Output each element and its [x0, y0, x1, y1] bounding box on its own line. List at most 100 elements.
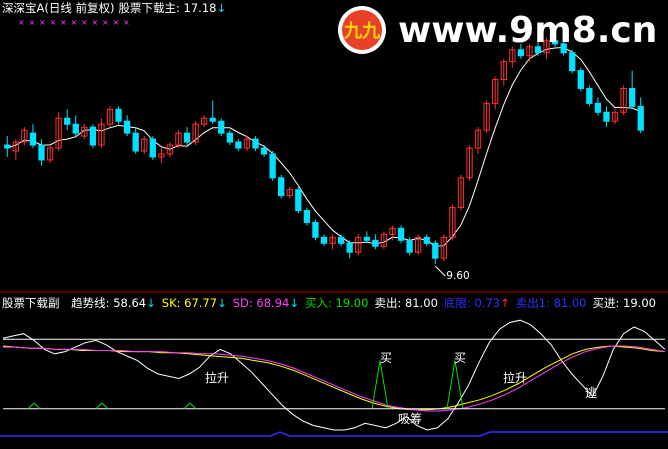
candle-body: [209, 117, 216, 122]
candle-body: [115, 108, 122, 122]
watermark-badge: 九九: [343, 21, 380, 42]
candle-body: [586, 87, 593, 104]
candle-body: [260, 147, 268, 155]
annotation-label: 逃: [585, 386, 597, 400]
buy-spike: [446, 360, 464, 409]
indicator-name: 股票下载主: [118, 1, 177, 15]
down-arrow-icon: ↓: [216, 1, 227, 15]
watermark-text: www.9m8.cn: [398, 10, 656, 51]
candle-body: [4, 144, 11, 149]
candle-body: [89, 126, 97, 146]
legend-arrow-icon: ↑: [500, 296, 510, 310]
legend-value: 19.00: [335, 296, 369, 310]
candle-body: [132, 132, 139, 152]
signal-mark: ×: [71, 18, 78, 27]
candle-body: [303, 210, 311, 223]
candle-body: [423, 236, 430, 244]
legend-value: 81.00: [553, 296, 587, 310]
legend-value: 58.64: [113, 296, 147, 310]
floor-line: [0, 431, 668, 437]
chart-svg: × × × × × × × × × × ×9.60拉升买吸筹买拉升逃: [0, 18, 668, 437]
candle-body: [603, 111, 610, 122]
legend-separator: :: [397, 296, 405, 310]
upper-header: 深深宝A(日线 前复权) 股票下载主: 17.18↓: [2, 2, 226, 15]
watermark-logo: 九九 www.9m8.cn: [338, 6, 656, 54]
candle-body: [252, 138, 259, 149]
legend-arrow-icon: ↓: [217, 296, 227, 310]
signal-mark: ×: [113, 18, 120, 27]
legend-label: 底限: [443, 296, 467, 310]
series-line: [2, 345, 666, 411]
legend-value: 19.00: [623, 296, 656, 310]
signal-mark: ×: [29, 18, 36, 27]
candle-body: [218, 120, 225, 134]
candle-body: [183, 132, 191, 143]
legend-label: 卖出: [374, 296, 398, 310]
series-line: [3, 345, 666, 412]
legend-separator: :: [615, 296, 624, 310]
candle-body: [72, 123, 79, 134]
signal-mark: ×: [39, 18, 46, 27]
annotation-label: 买: [454, 351, 466, 365]
legend-value: 0.73: [474, 296, 501, 310]
stock-name: 深深宝A: [2, 1, 45, 15]
signal-mark: ×: [102, 18, 109, 27]
ma-line: [7, 46, 641, 247]
legend-arrow-icon: ↓: [289, 296, 299, 310]
candle-body: [337, 236, 345, 244]
candle-body: [363, 236, 370, 241]
buy-bump: [183, 402, 197, 410]
chart-canvas: × × × × × × × × × × × 9.60 拉升买吸筹买拉升逃: [0, 0, 668, 445]
annotation-label: 拉升: [503, 370, 527, 385]
legend-label: 买入: [304, 296, 328, 310]
annotation-label: 吸筹: [398, 412, 422, 426]
indicator-value: : 17.18: [176, 1, 217, 15]
signal-mark: ×: [123, 18, 130, 27]
candle-body: [594, 102, 602, 113]
candle-body: [64, 117, 71, 125]
candle-body: [432, 242, 439, 259]
annotation-label: 买: [380, 351, 392, 365]
signal-mark: ×: [92, 18, 99, 27]
legend-arrow-icon: ↓: [146, 296, 156, 310]
legend-label: SD: [232, 296, 249, 310]
candle-body: [397, 227, 405, 241]
sub-indicator-name: 股票下载副: [2, 296, 60, 310]
candle-body: [226, 132, 233, 143]
lower-header: 股票下载副 趋势线: 58.64↓ SK: 67.77↓ SD: 68.94↓ 买入:…: [2, 297, 662, 310]
legend-value: 67.77: [184, 296, 218, 310]
legend-separator: :: [176, 296, 185, 310]
legend-separator: :: [327, 296, 336, 310]
candle-body: [637, 105, 644, 131]
signal-mark: ×: [60, 18, 67, 27]
candle-body: [149, 138, 156, 158]
candle-body: [123, 120, 131, 134]
annotation-label: 拉升: [205, 370, 229, 385]
candle-body: [29, 132, 37, 146]
chart-mode: (日线 前复权): [44, 1, 115, 15]
buy-bump: [27, 402, 41, 410]
candle-body: [372, 239, 379, 247]
signal-mark: ×: [81, 18, 88, 27]
candle-body: [320, 236, 328, 244]
candle-body: [295, 189, 302, 212]
candle-body: [346, 242, 353, 253]
candle-body: [38, 144, 45, 161]
legend-separator: :: [546, 296, 554, 310]
legend-label: SK: [161, 296, 177, 310]
candle-body: [312, 221, 319, 238]
legend-label: 卖出1: [515, 296, 547, 310]
candle-body: [406, 239, 413, 253]
legend-label: 买进: [592, 296, 616, 310]
buy-bump: [95, 402, 109, 410]
signal-mark: ×: [18, 18, 25, 27]
low-price-label: 9.60: [446, 270, 469, 282]
candle-body: [235, 141, 242, 149]
candle-body: [278, 177, 285, 197]
legend-value: 81.00: [404, 296, 438, 310]
signal-mark: ×: [50, 18, 57, 27]
candle-body: [629, 87, 636, 107]
low-pointer: [434, 265, 446, 277]
legend-value: 68.94: [256, 296, 290, 310]
candle-body: [269, 153, 276, 179]
